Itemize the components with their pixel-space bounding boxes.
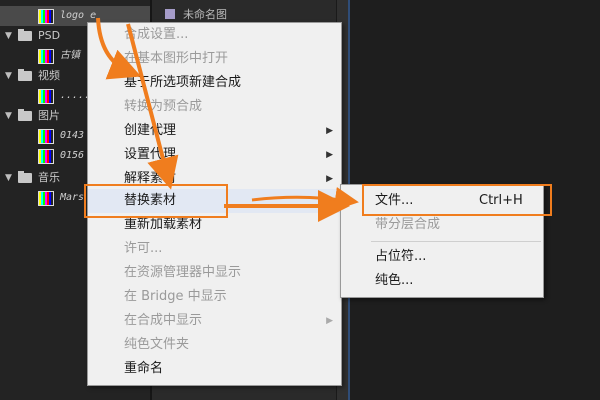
annotation-arrow-2 bbox=[126, 23, 179, 190]
annotation-arrows bbox=[96, 17, 359, 222]
annotation-arrow-4 bbox=[251, 187, 359, 211]
annotation-arrow-1 bbox=[96, 17, 142, 80]
